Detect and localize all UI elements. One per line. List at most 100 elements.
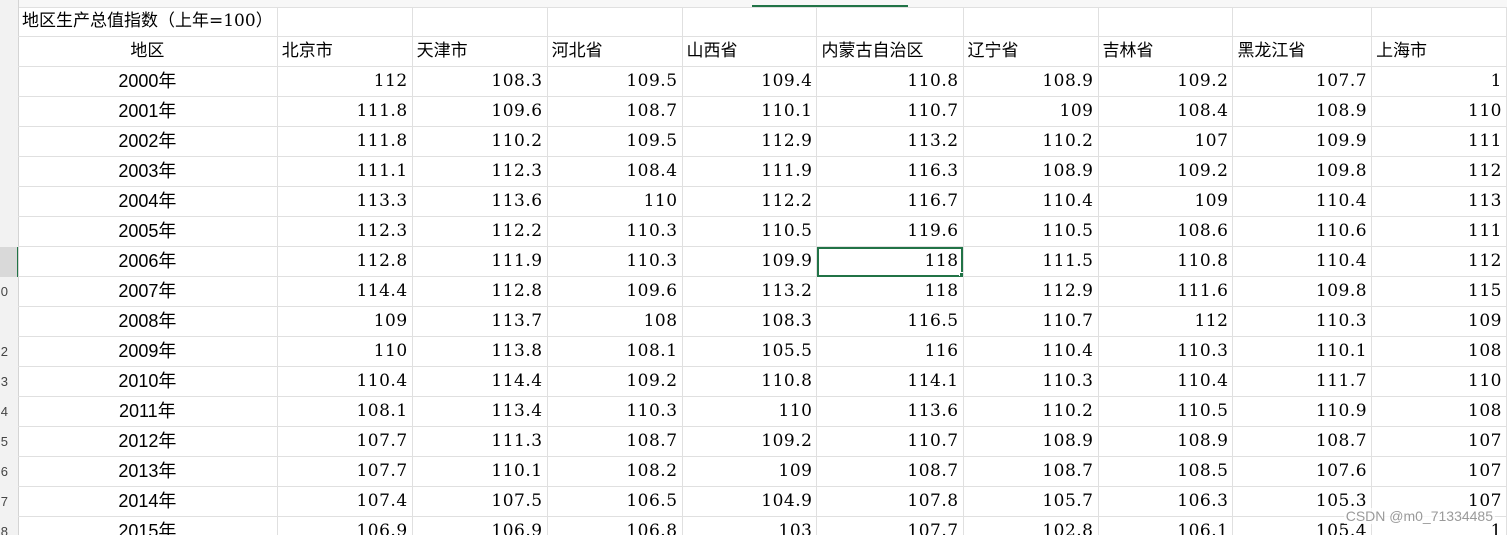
empty-cell[interactable] xyxy=(1232,7,1373,37)
row-number[interactable]: 6 xyxy=(0,457,8,487)
value-cell[interactable]: 107.6 xyxy=(1232,456,1373,487)
value-cell[interactable]: 113.7 xyxy=(412,306,548,337)
value-cell[interactable]: 108.5 xyxy=(1098,456,1234,487)
value-cell[interactable]: 110.5 xyxy=(1098,396,1234,427)
value-cell[interactable]: 102.8 xyxy=(963,516,1099,535)
value-cell[interactable]: 113.2 xyxy=(682,276,818,307)
year-cell[interactable]: 2002年 xyxy=(18,126,278,157)
header-cell[interactable]: 吉林省 xyxy=(1098,36,1234,67)
value-cell[interactable]: 110.3 xyxy=(1098,336,1234,367)
value-cell[interactable]: 110.3 xyxy=(963,366,1099,397)
value-cell[interactable]: 107.5 xyxy=(412,486,548,517)
value-cell[interactable]: 112 xyxy=(277,66,413,97)
row-number[interactable] xyxy=(0,97,8,127)
year-cell[interactable]: 2011年 xyxy=(18,396,278,427)
year-cell[interactable]: 2006年 xyxy=(18,246,278,277)
value-cell[interactable]: 113.6 xyxy=(816,396,964,427)
year-cell[interactable]: 2009年 xyxy=(18,336,278,367)
empty-cell[interactable] xyxy=(963,7,1099,37)
year-cell[interactable]: 2014年 xyxy=(18,486,278,517)
value-cell[interactable]: 106.9 xyxy=(412,516,548,535)
header-cell[interactable]: 上海市 xyxy=(1371,36,1507,67)
value-cell[interactable]: 104.9 xyxy=(682,486,818,517)
value-cell[interactable]: 108.4 xyxy=(547,156,683,187)
value-cell[interactable]: 111.6 xyxy=(1098,276,1234,307)
value-cell[interactable]: 111.9 xyxy=(412,246,548,277)
value-cell[interactable]: 113 xyxy=(1371,186,1507,217)
value-cell[interactable]: 108.2 xyxy=(547,456,683,487)
value-cell[interactable]: 107.7 xyxy=(1232,66,1373,97)
value-cell[interactable]: 110.4 xyxy=(963,336,1099,367)
value-cell[interactable]: 110 xyxy=(682,396,818,427)
value-cell[interactable]: 111.1 xyxy=(277,156,413,187)
value-cell[interactable]: 110.5 xyxy=(963,216,1099,247)
row-number[interactable] xyxy=(0,37,8,67)
year-cell[interactable]: 2015年 xyxy=(18,516,278,535)
row-number[interactable]: 4 xyxy=(0,397,8,427)
value-cell[interactable]: 106.8 xyxy=(547,516,683,535)
value-cell[interactable]: 113.8 xyxy=(412,336,548,367)
value-cell[interactable]: 110.2 xyxy=(963,396,1099,427)
value-cell[interactable]: 107.7 xyxy=(277,426,413,457)
value-cell[interactable]: 111.3 xyxy=(412,426,548,457)
header-cell[interactable]: 黑龙江省 xyxy=(1232,36,1373,67)
value-cell[interactable]: 109.2 xyxy=(547,366,683,397)
value-cell[interactable]: 110.4 xyxy=(963,186,1099,217)
value-cell[interactable]: 107 xyxy=(1371,456,1507,487)
value-cell[interactable]: 112.2 xyxy=(682,186,818,217)
value-cell[interactable]: 108.1 xyxy=(547,336,683,367)
value-cell[interactable]: 110.9 xyxy=(1232,396,1373,427)
year-cell[interactable]: 2004年 xyxy=(18,186,278,217)
value-cell[interactable]: 110 xyxy=(547,186,683,217)
header-cell[interactable]: 北京市 xyxy=(277,36,413,67)
value-cell[interactable]: 107.4 xyxy=(277,486,413,517)
value-cell[interactable]: 113.2 xyxy=(816,126,964,157)
value-cell[interactable]: 110.1 xyxy=(412,456,548,487)
year-cell[interactable]: 2003年 xyxy=(18,156,278,187)
value-cell[interactable]: 108.7 xyxy=(1232,426,1373,457)
value-cell[interactable]: 108.7 xyxy=(547,96,683,127)
year-cell[interactable]: 2000年 xyxy=(18,66,278,97)
row-number[interactable]: 8 xyxy=(0,517,8,535)
header-cell[interactable]: 山西省 xyxy=(682,36,818,67)
value-cell[interactable]: 112.8 xyxy=(412,276,548,307)
value-cell[interactable]: 111.9 xyxy=(682,156,818,187)
value-cell[interactable]: 109.6 xyxy=(412,96,548,127)
value-cell[interactable]: 110.4 xyxy=(277,366,413,397)
value-cell[interactable]: 111 xyxy=(1371,126,1507,157)
value-cell[interactable]: 111.8 xyxy=(277,126,413,157)
value-cell[interactable]: 110.7 xyxy=(816,426,964,457)
value-cell[interactable]: 110.4 xyxy=(1098,366,1234,397)
value-cell[interactable]: 108 xyxy=(1371,336,1507,367)
value-cell[interactable]: 116.7 xyxy=(816,186,964,217)
value-cell[interactable]: 107 xyxy=(1371,426,1507,457)
value-cell[interactable]: 110 xyxy=(1371,96,1507,127)
value-cell[interactable]: 110.8 xyxy=(682,366,818,397)
value-cell[interactable]: 108.3 xyxy=(412,66,548,97)
value-cell[interactable]: 111.5 xyxy=(963,246,1099,277)
empty-cell[interactable] xyxy=(1098,7,1234,37)
value-cell[interactable]: 112 xyxy=(1371,156,1507,187)
value-cell[interactable]: 109 xyxy=(963,96,1099,127)
value-cell[interactable]: 111.8 xyxy=(277,96,413,127)
value-cell[interactable]: 110.3 xyxy=(547,396,683,427)
value-cell[interactable]: 108.7 xyxy=(963,456,1099,487)
value-cell[interactable]: 115 xyxy=(1371,276,1507,307)
value-cell[interactable]: 108 xyxy=(1371,396,1507,427)
value-cell[interactable]: 108.3 xyxy=(682,306,818,337)
year-cell[interactable]: 2012年 xyxy=(18,426,278,457)
value-cell[interactable]: 110.2 xyxy=(412,126,548,157)
year-cell[interactable]: 2001年 xyxy=(18,96,278,127)
value-cell[interactable]: 112.9 xyxy=(963,276,1099,307)
value-cell[interactable]: 109.2 xyxy=(1098,156,1234,187)
value-cell[interactable]: 110.2 xyxy=(963,126,1099,157)
value-cell[interactable]: 109 xyxy=(682,456,818,487)
empty-cell[interactable] xyxy=(277,7,413,37)
value-cell[interactable]: 110.6 xyxy=(1232,216,1373,247)
value-cell[interactable]: 110.8 xyxy=(1098,246,1234,277)
value-cell[interactable]: 108.9 xyxy=(1232,96,1373,127)
value-cell[interactable]: 108.9 xyxy=(963,66,1099,97)
value-cell[interactable]: 113.6 xyxy=(412,186,548,217)
value-cell[interactable]: 113.3 xyxy=(277,186,413,217)
value-cell[interactable]: 112 xyxy=(1371,246,1507,277)
